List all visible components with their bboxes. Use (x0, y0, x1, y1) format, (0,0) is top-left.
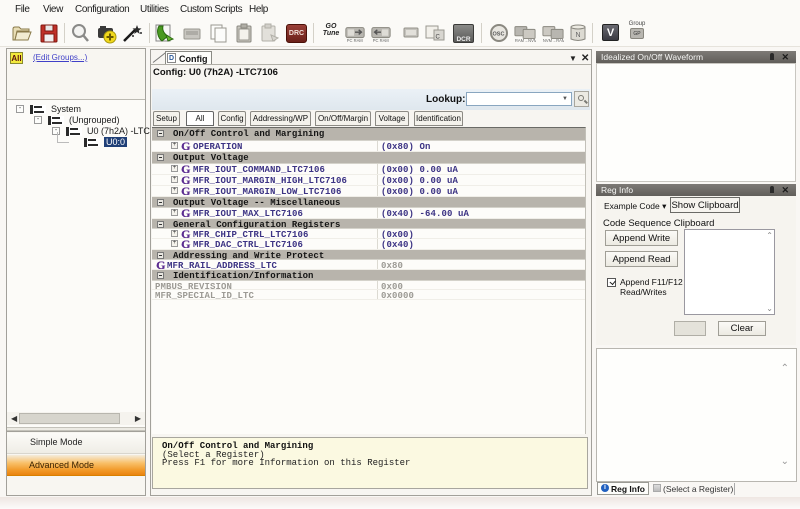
svg-text:RAM→NVM: RAM→NVM (515, 38, 536, 43)
svg-text:PC RAM: PC RAM (347, 38, 364, 43)
svg-text:NVM→RAM: NVM→RAM (543, 38, 564, 43)
svg-text:OSC: OSC (493, 32, 505, 38)
svg-text:N: N (576, 32, 581, 39)
svg-text:PC RAM: PC RAM (373, 38, 390, 43)
svg-text:C: C (436, 35, 441, 41)
